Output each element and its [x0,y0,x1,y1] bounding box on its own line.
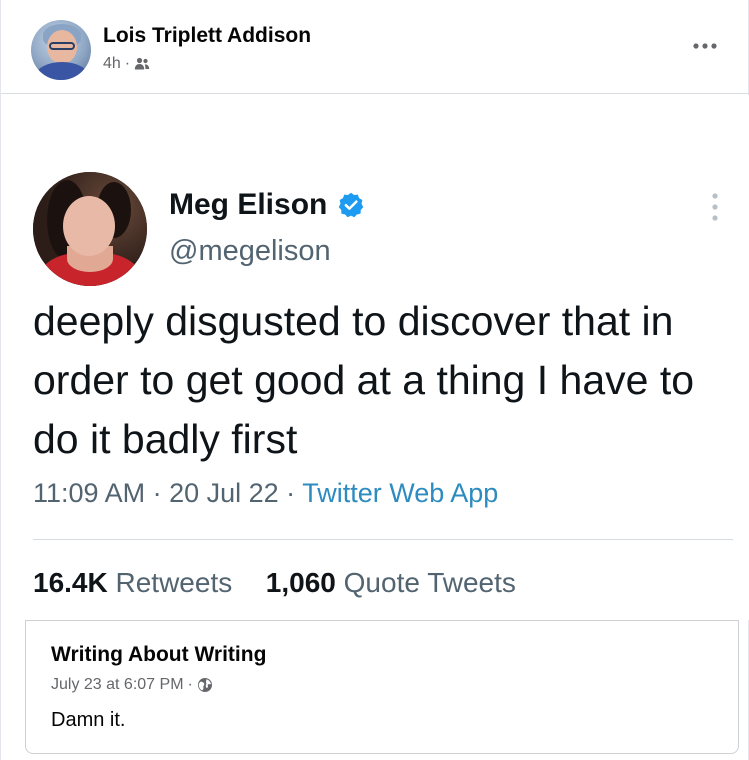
post-header: Lois Triplett Addison 4h · [1,0,749,94]
tweet-timestamp-row: 11:09 AM · 20 Jul 22 · Twitter Web App [33,478,498,509]
tweet-author-avatar [33,172,147,286]
shared-page-name[interactable]: Writing About Writing [51,643,266,667]
avatar-glasses [49,42,75,50]
poster-name[interactable]: Lois Triplett Addison [103,24,311,48]
quote-tweets-label: Quote Tweets [343,567,516,598]
quote-tweets-count: 1,060 [265,567,336,598]
poster-avatar[interactable] [31,20,91,80]
meta-separator: · [187,676,193,693]
shared-caption: Damn it. [51,709,126,731]
timestamp-separator: · [145,478,170,508]
tweet-author-name-row: Meg Elison [169,188,365,222]
more-vertical-icon [705,191,725,225]
tweet-time: 11:09 AM [33,478,146,508]
post-meta: 4h · [103,55,150,73]
retweets-label: Retweets [115,567,233,598]
shared-post-meta: July 23 at 6:07 PM · [51,676,213,694]
verified-badge-icon [337,191,365,219]
tweet-author-name: Meg Elison [169,188,328,221]
globe-icon[interactable] [197,677,213,693]
shared-post-attribution[interactable]: Writing About Writing July 23 at 6:07 PM… [25,620,739,754]
tweet-author-handle: @megelison [169,235,331,267]
more-horizontal-icon [693,43,717,49]
tweet-date: 20 Jul 22 [169,478,279,508]
tweet-text: deeply disgusted to discover that in ord… [33,298,695,462]
meta-separator: · [124,55,131,72]
avatar-face [63,196,115,256]
tweet-divider [33,539,733,540]
tweet-screenshot[interactable]: Meg Elison @megelison deeply disgusted t… [1,95,749,620]
shared-post-date[interactable]: July 23 at 6:07 PM [51,676,184,694]
avatar-shirt [35,62,89,80]
more-options-button[interactable] [687,34,723,58]
retweets-count: 16.4K [33,567,108,598]
timestamp-separator: · [278,478,303,508]
post-timestamp[interactable]: 4h [103,55,121,73]
facebook-post: Lois Triplett Addison 4h · Meg Elison @m… [0,0,749,760]
friends-icon[interactable] [134,57,150,71]
tweet-stats: 16.4K Retweets 1,060 Quote Tweets [33,567,516,599]
tweet-source: Twitter Web App [302,478,499,508]
